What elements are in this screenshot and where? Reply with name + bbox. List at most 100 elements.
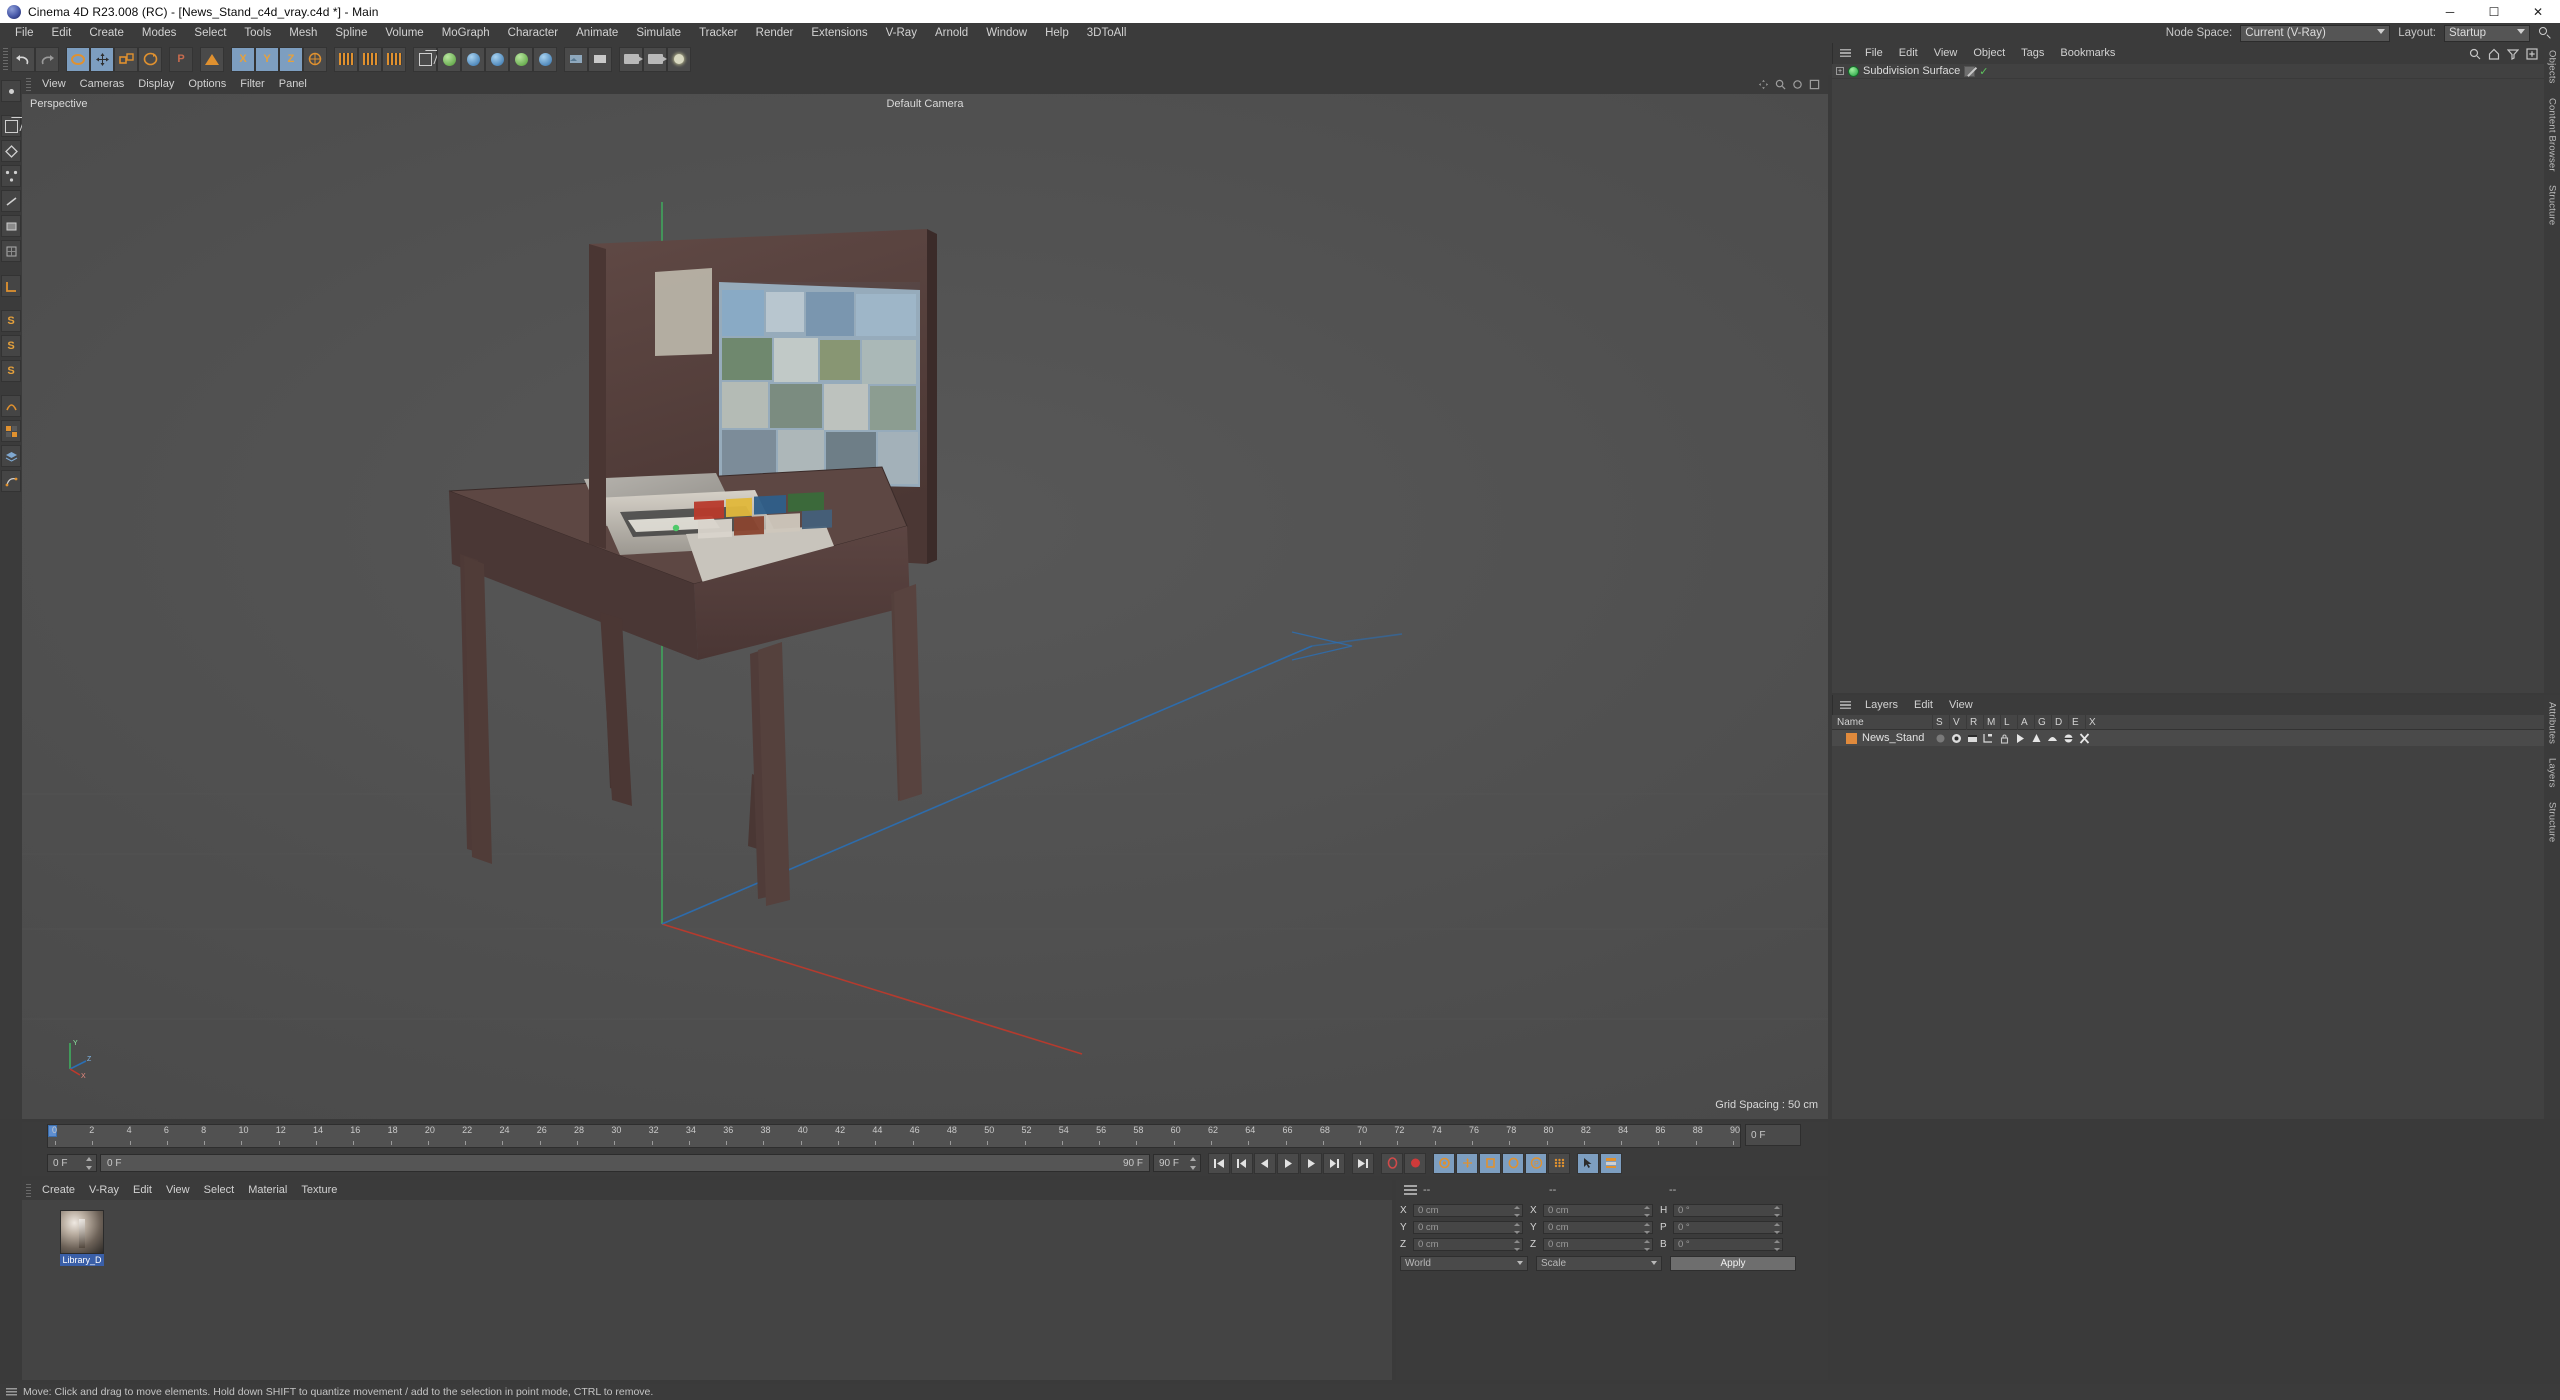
- menu-vray[interactable]: V-Ray: [877, 23, 926, 43]
- pan-view-icon[interactable]: [1758, 79, 1769, 90]
- snap-settings-button[interactable]: S: [1, 310, 21, 332]
- menu-edit[interactable]: Edit: [43, 23, 81, 43]
- go-to-end-button[interactable]: [1352, 1152, 1374, 1174]
- menu-volume[interactable]: Volume: [376, 23, 432, 43]
- apply-button[interactable]: Apply: [1670, 1256, 1796, 1271]
- coordinate-manager-grip[interactable]: [1404, 1185, 1417, 1195]
- tab-content-browser[interactable]: Content Browser: [2547, 91, 2558, 179]
- spinner-icon[interactable]: [1514, 1223, 1520, 1234]
- magnet-tool[interactable]: [200, 46, 224, 72]
- layout-dropdown[interactable]: Startup: [2444, 24, 2530, 42]
- light-button[interactable]: [667, 46, 691, 72]
- move-tool[interactable]: [90, 46, 114, 72]
- previous-key-button[interactable]: [1231, 1152, 1253, 1174]
- environment-button[interactable]: [564, 46, 588, 72]
- object-row-subdivision-surface[interactable]: + Subdivision Surface ✓: [1832, 64, 2544, 79]
- object-manager-tree[interactable]: + Subdivision Surface ✓: [1832, 64, 2544, 693]
- add-icon[interactable]: [2526, 47, 2538, 60]
- xref-icon[interactable]: [2079, 732, 2090, 744]
- position-y-field[interactable]: 0 cm: [1413, 1221, 1523, 1234]
- material-menu-edit[interactable]: Edit: [126, 1180, 159, 1200]
- object-menu-file[interactable]: File: [1857, 43, 1891, 64]
- render-icon[interactable]: [1967, 733, 1978, 744]
- spline-pen-button[interactable]: [437, 46, 461, 72]
- scale-tool[interactable]: [114, 46, 138, 72]
- viewport-menu-display[interactable]: Display: [131, 75, 181, 94]
- close-button[interactable]: ✕: [2516, 0, 2560, 23]
- viewport-menu-filter[interactable]: Filter: [233, 75, 271, 94]
- undo-button[interactable]: [11, 46, 35, 72]
- menu-animate[interactable]: Animate: [567, 23, 627, 43]
- layer-manager-grip[interactable]: [1840, 700, 1851, 710]
- spinner-icon[interactable]: [1774, 1240, 1780, 1251]
- home-icon[interactable]: [2488, 48, 2500, 60]
- quantize-button[interactable]: S: [1, 335, 21, 357]
- next-key-button[interactable]: [1323, 1152, 1345, 1174]
- record-keyframe-button[interactable]: [1404, 1152, 1426, 1174]
- rotation-h-field[interactable]: 0 °: [1673, 1204, 1783, 1217]
- texture-grid-button[interactable]: [1, 420, 21, 442]
- expand-icon[interactable]: +: [1836, 67, 1844, 75]
- polygon-mode-button[interactable]: [1, 215, 21, 237]
- size-y-field[interactable]: 0 cm: [1543, 1221, 1653, 1234]
- subdivision-surface-button[interactable]: [509, 46, 533, 72]
- tab-layers[interactable]: Layers: [2547, 751, 2558, 795]
- bend-deformer-button[interactable]: [485, 46, 509, 72]
- edge-mode-button[interactable]: [1, 190, 21, 212]
- rotation-b-field[interactable]: 0 °: [1673, 1238, 1783, 1251]
- generator-icon[interactable]: [2031, 733, 2042, 744]
- menu-mesh[interactable]: Mesh: [280, 23, 326, 43]
- menu-arnold[interactable]: Arnold: [926, 23, 977, 43]
- material-manager-grip[interactable]: [26, 1183, 31, 1197]
- animation-icon[interactable]: [2015, 733, 2026, 744]
- viewport-menu-cameras[interactable]: Cameras: [73, 75, 132, 94]
- toolbar-grip[interactable]: [3, 48, 8, 70]
- timeline-ruler[interactable]: 0 2 4 6 8 10 12 14 16 18 20 22 24 26 28 30 32 34 36 38 40 42 4…: [47, 1124, 1741, 1148]
- maximize-button[interactable]: ☐: [2472, 0, 2516, 23]
- live-selection-tool[interactable]: [66, 46, 90, 72]
- material-menu-create[interactable]: Create: [35, 1180, 82, 1200]
- redo-button[interactable]: [35, 46, 59, 72]
- spinner-icon[interactable]: [1644, 1206, 1650, 1217]
- manager-icon[interactable]: [1983, 733, 1994, 744]
- camera-button[interactable]: [619, 46, 643, 72]
- material-item[interactable]: Library_D: [60, 1210, 104, 1266]
- floor-object-button[interactable]: [588, 46, 612, 72]
- point-mode-button[interactable]: [1, 165, 21, 187]
- rotate-tool[interactable]: [138, 46, 162, 72]
- model-mode-button[interactable]: [1, 115, 21, 137]
- uv-mode-button[interactable]: [1, 240, 21, 262]
- object-menu-view[interactable]: View: [1926, 43, 1966, 64]
- menu-create[interactable]: Create: [80, 23, 133, 43]
- spinner-icon[interactable]: [1774, 1223, 1780, 1234]
- position-x-field[interactable]: 0 cm: [1413, 1204, 1523, 1217]
- rotate-view-icon[interactable]: [1792, 79, 1803, 90]
- deformer-button[interactable]: [1, 395, 21, 417]
- spinner-icon[interactable]: [1774, 1206, 1780, 1217]
- tab-attributes[interactable]: Attributes: [2547, 695, 2558, 751]
- layer-row[interactable]: News_Stand: [1832, 730, 2544, 746]
- current-frame-field[interactable]: 0 F: [47, 1154, 97, 1172]
- menu-tracker[interactable]: Tracker: [690, 23, 747, 43]
- tab-objects[interactable]: Objects: [2547, 43, 2558, 91]
- zoom-view-icon[interactable]: [1775, 79, 1786, 90]
- maximize-view-icon[interactable]: [1809, 79, 1820, 90]
- spinner-icon[interactable]: [1514, 1240, 1520, 1251]
- autokey-toggle-button[interactable]: [1381, 1152, 1403, 1174]
- lock-z-axis-button[interactable]: Z: [279, 46, 303, 72]
- workplane-button[interactable]: S: [1, 360, 21, 382]
- visible-icon[interactable]: [1951, 733, 1962, 744]
- select-mode-button[interactable]: [1577, 1152, 1599, 1174]
- tab-structure-top[interactable]: Structure: [2547, 178, 2558, 232]
- keyframe-position-button[interactable]: [1433, 1152, 1455, 1174]
- max-frame-field[interactable]: 90 F: [1153, 1154, 1201, 1172]
- cube-primitive-button[interactable]: [413, 46, 437, 72]
- menu-select[interactable]: Select: [185, 23, 235, 43]
- visibility-check-icon[interactable]: ✓: [1979, 65, 1988, 78]
- array-generator-button[interactable]: [461, 46, 485, 72]
- material-thumbnail[interactable]: [60, 1210, 104, 1254]
- viewport-menu-view[interactable]: View: [35, 75, 73, 94]
- viewport-canvas[interactable]: Perspective Default Camera Grid Spacing …: [22, 94, 1828, 1119]
- object-menu-bookmarks[interactable]: Bookmarks: [2052, 43, 2123, 64]
- size-x-field[interactable]: 0 cm: [1543, 1204, 1653, 1217]
